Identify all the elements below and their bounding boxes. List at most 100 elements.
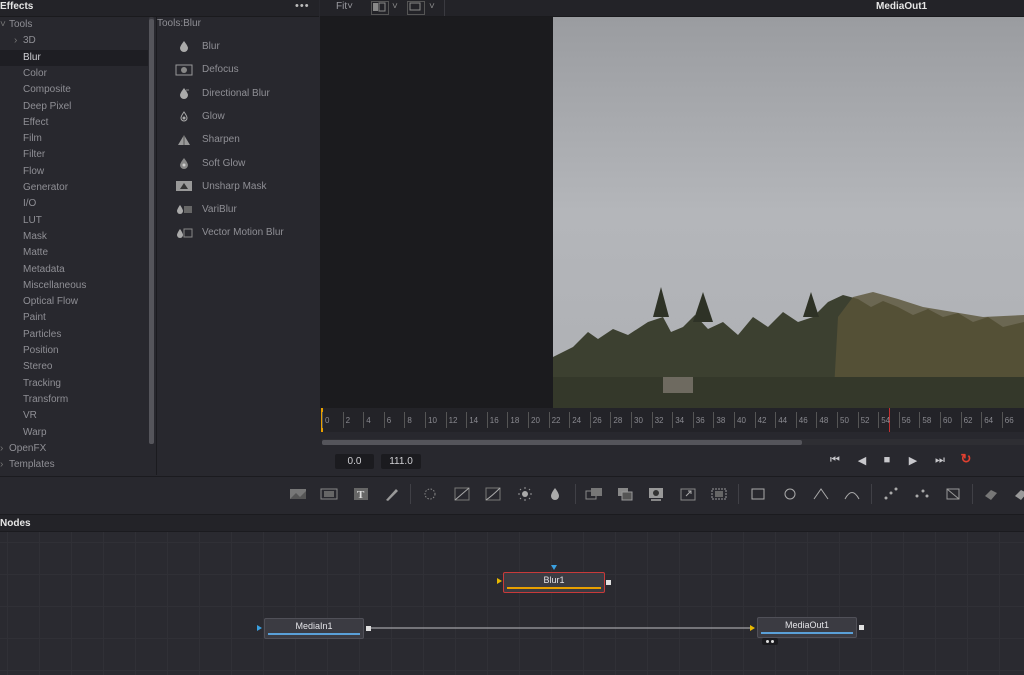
- timeline-scrollbar-thumb[interactable]: [322, 440, 802, 445]
- tool-item-unsharp-mask[interactable]: Unsharp Mask: [175, 177, 266, 197]
- tree-item-flow[interactable]: Flow: [12, 164, 148, 180]
- channel-booleans-icon[interactable]: [616, 486, 634, 502]
- background-icon[interactable]: [289, 486, 307, 502]
- particle-render-icon[interactable]: [913, 486, 931, 502]
- tree-item-i-o[interactable]: I/O: [12, 196, 148, 212]
- tree-item-position[interactable]: Position: [12, 343, 148, 359]
- fit-zoom-dropdown[interactable]: Fit˅: [336, 1, 353, 12]
- tree-item-tracking[interactable]: Tracking: [12, 376, 148, 392]
- merge-3d-icon[interactable]: [1012, 486, 1024, 502]
- tree-item-metadata[interactable]: Metadata: [12, 262, 148, 278]
- merge-icon[interactable]: [585, 486, 603, 502]
- tree-item-openfx[interactable]: › OpenFX: [0, 441, 148, 457]
- text-icon[interactable]: T: [352, 486, 370, 502]
- toolbar-separator: [871, 484, 872, 504]
- tree-item-tools[interactable]: ˅ Tools: [0, 17, 148, 33]
- chevron-icon[interactable]: ›: [0, 457, 9, 473]
- color-curves-icon[interactable]: [453, 486, 471, 502]
- node-output-port[interactable]: [366, 626, 371, 631]
- node-mediain1[interactable]: MediaIn1: [264, 618, 364, 639]
- stop-button[interactable]: ■: [880, 454, 894, 468]
- polygon-mask-icon[interactable]: [812, 486, 830, 502]
- blur-drop-icon[interactable]: [546, 486, 564, 502]
- ellipse-mask-icon[interactable]: [781, 486, 799, 502]
- tool-item-label: Defocus: [202, 64, 239, 76]
- tree-item-matte[interactable]: Matte: [12, 245, 148, 261]
- tree-item-effect[interactable]: Effect: [12, 115, 148, 131]
- tracker-icon[interactable]: [944, 486, 962, 502]
- image-plane-icon[interactable]: [320, 486, 338, 502]
- chevron-down-icon[interactable]: ˅: [429, 1, 435, 12]
- tree-item-mask[interactable]: Mask: [12, 229, 148, 245]
- tree-item-composite[interactable]: Composite: [12, 82, 148, 98]
- viewer-indicator-icon[interactable]: [762, 638, 778, 645]
- brightness-icon[interactable]: [516, 486, 534, 502]
- node-input-arrow-icon[interactable]: [257, 625, 262, 631]
- color-correct-icon[interactable]: [484, 486, 502, 502]
- tree-item-3d[interactable]: › 3D: [12, 33, 148, 49]
- tree-item-color[interactable]: Color: [12, 66, 148, 82]
- tool-item-vector-motion-blur[interactable]: Vector Motion Blur: [175, 223, 284, 243]
- tool-item-defocus[interactable]: Defocus: [175, 60, 239, 80]
- shape-3d-icon[interactable]: [982, 486, 1000, 502]
- tree-item-film[interactable]: Film: [12, 131, 148, 147]
- tree-item-transform[interactable]: Transform: [12, 392, 148, 408]
- tree-item-optical-flow[interactable]: Optical Flow: [12, 294, 148, 310]
- ruler-tick: [466, 412, 468, 428]
- node-blur1[interactable]: Blur1: [503, 572, 605, 593]
- tree-item-particles[interactable]: Particles: [12, 327, 148, 343]
- node-editor-canvas[interactable]: [0, 532, 1024, 675]
- play-forward-button[interactable]: ▶: [906, 454, 920, 468]
- tree-item-filter[interactable]: Filter: [12, 147, 148, 163]
- mask-input-arrow-icon[interactable]: [551, 565, 557, 570]
- tree-item-stereo[interactable]: Stereo: [12, 359, 148, 375]
- tree-item-deep-pixel[interactable]: Deep Pixel: [12, 99, 148, 115]
- first-frame-button[interactable]: ⏮: [826, 454, 844, 468]
- particle-emitter-icon[interactable]: [882, 486, 900, 502]
- tree-item-vr[interactable]: VR: [12, 408, 148, 424]
- ruler-tick-label: 52: [860, 416, 870, 425]
- tool-item-glow[interactable]: Glow: [175, 107, 225, 127]
- tree-item-paint[interactable]: Paint: [12, 310, 148, 326]
- tool-item-blur[interactable]: Blur: [175, 37, 220, 57]
- tree-item-lut[interactable]: LUT: [12, 213, 148, 229]
- rectangle-mask-icon[interactable]: [749, 486, 767, 502]
- loop-button[interactable]: ↻: [957, 451, 975, 466]
- chevron-icon[interactable]: ›: [14, 33, 23, 49]
- node-mediaout1[interactable]: MediaOut1: [757, 617, 857, 638]
- tool-item-variblur[interactable]: VariBlur: [175, 200, 237, 220]
- paint-brush-icon[interactable]: [383, 486, 401, 502]
- tree-item-blur[interactable]: Blur: [0, 49, 148, 66]
- tree-item-label: Filter: [23, 149, 46, 161]
- node-input-arrow-icon[interactable]: [750, 625, 755, 631]
- node-output-port[interactable]: [859, 625, 864, 630]
- tool-item-sharpen[interactable]: Sharpen: [175, 130, 240, 150]
- play-reverse-button[interactable]: ◀: [855, 454, 869, 468]
- resize-icon[interactable]: [679, 486, 697, 502]
- roi-button[interactable]: [407, 1, 425, 15]
- transform-icon[interactable]: [710, 486, 728, 502]
- node-input-arrow-icon[interactable]: [497, 578, 502, 584]
- tree-item-miscellaneous[interactable]: Miscellaneous: [12, 278, 148, 294]
- tree-item-warp[interactable]: Warp: [12, 425, 148, 441]
- chevron-icon[interactable]: ˅: [0, 17, 9, 33]
- tool-item-soft-glow[interactable]: Soft Glow: [175, 154, 245, 174]
- bspline-mask-icon[interactable]: [843, 486, 861, 502]
- last-frame-button[interactable]: ⏭: [930, 454, 950, 468]
- node-output-port[interactable]: [606, 580, 611, 585]
- tree-scrollbar-thumb[interactable]: [149, 19, 154, 444]
- global-end-time-field[interactable]: 111.0: [381, 454, 421, 469]
- chevron-icon[interactable]: ›: [0, 441, 9, 457]
- particles-icon[interactable]: [421, 486, 439, 502]
- tree-item-templates[interactable]: › Templates: [0, 457, 148, 473]
- tree-item-label: Generator: [23, 182, 69, 193]
- global-start-time-field[interactable]: 0.0: [335, 454, 374, 469]
- tree-item-generator[interactable]: Generator: [12, 180, 148, 196]
- tool-item-directional-blur[interactable]: Directional Blur: [175, 84, 270, 104]
- effects-options-menu-button[interactable]: •••: [295, 0, 310, 12]
- matte-control-icon[interactable]: [647, 486, 665, 502]
- ruler-tick: [754, 412, 756, 428]
- chevron-down-icon[interactable]: ˅: [392, 1, 398, 12]
- ruler-tick: [672, 412, 674, 428]
- viewer-layout-button[interactable]: [371, 1, 389, 15]
